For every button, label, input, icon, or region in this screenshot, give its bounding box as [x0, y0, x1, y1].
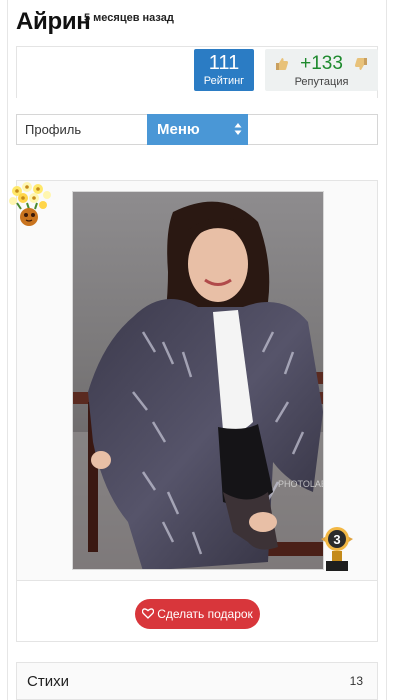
- page-border-left: [7, 0, 8, 700]
- page-border-right: [386, 0, 387, 700]
- last-seen-time: 5 месяцев назад: [84, 12, 174, 24]
- reputation-badge: +133 Репутация: [265, 49, 378, 91]
- trophy-award-icon: 3: [321, 527, 353, 571]
- stats-row: 111 Рейтинг +133 Репутация: [16, 46, 378, 98]
- gift-row: Сделать подарок: [16, 580, 378, 642]
- rating-label: Рейтинг: [203, 75, 245, 87]
- heart-icon: [142, 608, 155, 620]
- profile-photo-card: PHOTOLAB 3: [9, 180, 378, 580]
- menu-dropdown-label: Меню: [157, 121, 200, 138]
- section-label: Стихи: [27, 673, 69, 690]
- rating-value: 111: [208, 52, 240, 74]
- rating-badge[interactable]: 111 Рейтинг: [194, 49, 254, 91]
- section-count: 13: [349, 674, 363, 688]
- profile-header: Айрин 5 месяцев назад: [16, 8, 378, 48]
- flower-gift-icon[interactable]: [7, 181, 53, 229]
- thumb-down-icon[interactable]: [354, 57, 368, 71]
- make-gift-label: Сделать подарок: [157, 607, 253, 621]
- dropdown-arrows-icon: [234, 123, 242, 135]
- section-row-poems[interactable]: Стихи 13: [16, 662, 378, 700]
- svg-text:PHOTOLAB: PHOTOLAB: [278, 479, 324, 489]
- reputation-label: Репутация: [294, 76, 349, 88]
- profile-photo-image: PHOTOLAB: [73, 192, 324, 569]
- award-number: 3: [333, 532, 340, 547]
- tab-profile[interactable]: Профиль: [25, 122, 81, 137]
- menu-dropdown[interactable]: Меню: [147, 114, 248, 145]
- make-gift-button[interactable]: Сделать подарок: [135, 599, 260, 629]
- username: Айрин: [16, 8, 91, 35]
- profile-photo[interactable]: PHOTOLAB: [72, 191, 324, 570]
- profile-nav: Профиль Меню: [16, 114, 378, 145]
